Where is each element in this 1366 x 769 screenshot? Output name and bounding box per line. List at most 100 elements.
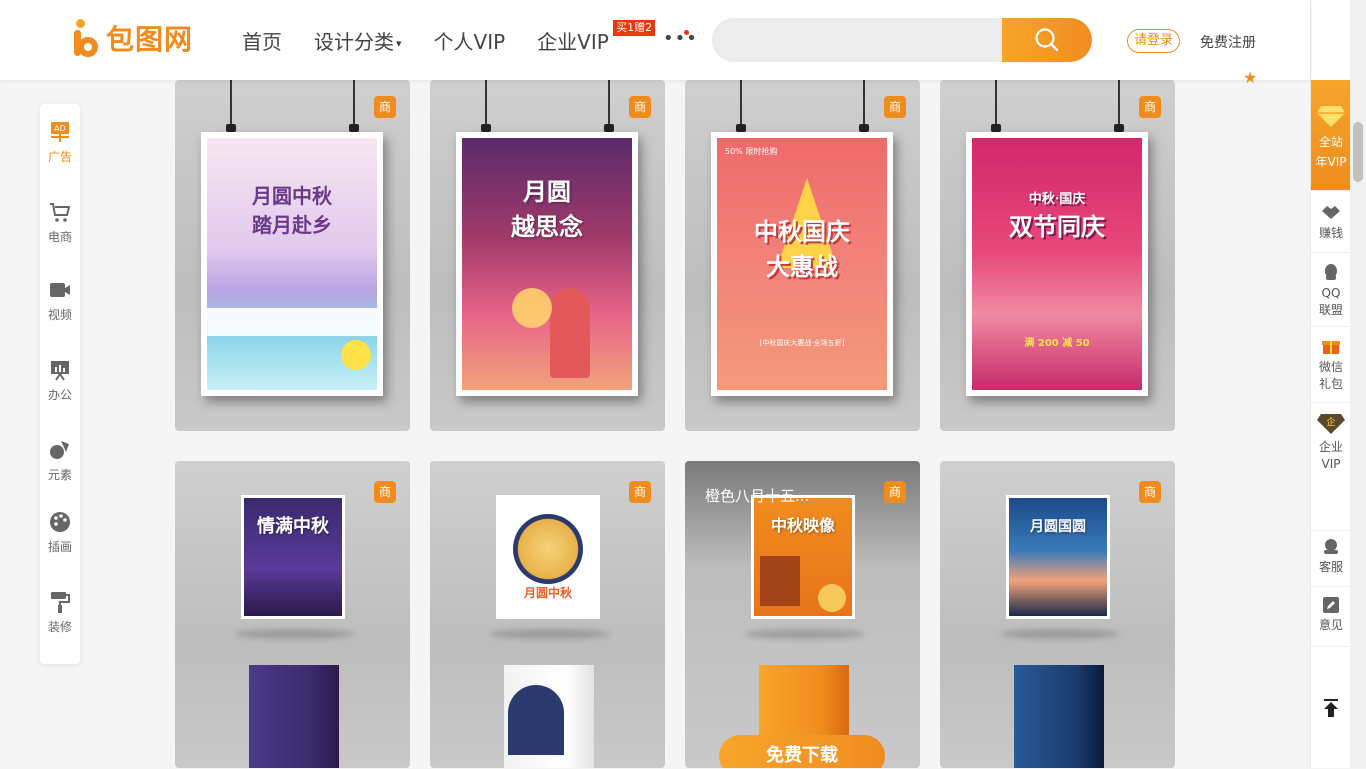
template-card-hovered[interactable]: 橙色八月十五... 商 中秋映像 免费下载 (685, 461, 920, 768)
search-input[interactable] (712, 18, 1014, 62)
sidebar-item-label: 电商 (47, 230, 72, 244)
hanger-wire (230, 80, 232, 124)
presentation-icon (51, 361, 69, 381)
rail-item-label: QQ (1321, 286, 1341, 300)
wechat-gift-button[interactable]: 微信 礼包 (1311, 326, 1351, 403)
enterprise-vip-button[interactable]: 企 企业 VIP (1311, 402, 1351, 531)
enterprise-diamond-icon: 企 (1317, 414, 1345, 434)
site-logo[interactable]: 包图网 (72, 18, 193, 58)
chevron-down-icon: ▾ (396, 37, 402, 50)
poster-image: 中秋·国庆 双节同庆 满 200 减 50 (966, 132, 1148, 396)
rail-item-label: 微信 (1318, 360, 1343, 374)
nav-design-categories-label: 设计分类 (314, 30, 394, 54)
sidebar-item-label: 视频 (47, 308, 72, 322)
search-button[interactable] (1002, 18, 1092, 62)
promo-badge: 买1赠2 (613, 20, 656, 36)
ad-icon: AD (51, 122, 69, 142)
feedback-button[interactable]: 意见 (1311, 586, 1351, 647)
poster-title: 月圆中秋 踏月赴乡 (207, 180, 377, 238)
bag-scene (508, 685, 564, 755)
paint-roller-icon (51, 592, 70, 613)
nav-design-categories[interactable]: 设计分类 ▾ (314, 26, 402, 55)
template-card[interactable]: 商 50% 限时抢购 中秋国庆 大惠战 [中秋国庆大惠战·全场五折] (685, 80, 920, 431)
vip-label-line: 年VIP (1315, 155, 1347, 169)
clip (349, 124, 359, 132)
support-icon (1324, 539, 1338, 554)
hanger-wire (740, 80, 742, 124)
poster-title-line: 月圆中秋 (252, 184, 332, 208)
page-scrollbar[interactable] (1350, 0, 1366, 768)
rail-item-label: 企业 (1318, 440, 1343, 454)
clip (736, 124, 746, 132)
moon-shape (341, 340, 371, 370)
bag-shadow (1000, 629, 1120, 639)
template-card[interactable]: 商 月圆国圆 (940, 461, 1175, 768)
more-menu-icon[interactable]: ••• (663, 28, 698, 49)
back-to-top-button[interactable] (1311, 646, 1351, 769)
customer-service-button[interactable]: 客服 (1311, 530, 1351, 587)
sidebar-item-illustration[interactable]: 插画 (40, 510, 80, 555)
poster-price: 满 200 减 50 (1024, 338, 1090, 349)
sidebar-item-decoration[interactable]: 装修 (40, 590, 80, 635)
handshake-icon (1322, 206, 1340, 219)
back-to-top-icon (1324, 699, 1338, 717)
poster-title-line: 中秋国庆 (754, 217, 850, 246)
nav-personal-vip[interactable]: 个人VIP (434, 26, 506, 55)
annual-vip-button[interactable]: 全站 年VIP (1311, 80, 1351, 190)
nav-enterprise-vip[interactable]: 企业VIP 买1赠2 (537, 20, 656, 55)
login-button[interactable]: 请登录 (1127, 29, 1181, 53)
bag-title: 情满中秋 (257, 516, 329, 537)
hanger-wire (608, 80, 610, 124)
poster-title-line: 大惠战 (766, 252, 838, 281)
svg-text:AD: AD (54, 124, 66, 133)
earn-money-button[interactable]: 赚钱 (1311, 190, 1351, 253)
poster-title-line: 越思念 (511, 212, 583, 241)
poster-top-tag: 50% 限时抢购 (725, 147, 778, 156)
poster-image: 月圆中秋 踏月赴乡 (201, 132, 383, 396)
poster-image: 50% 限时抢购 中秋国庆 大惠战 [中秋国庆大惠战·全场五折] (711, 132, 893, 396)
clip (481, 124, 491, 132)
vip-label-line: 全站 (1318, 135, 1343, 149)
commercial-badge: 商 (884, 481, 906, 503)
template-card[interactable]: 商 月圆中秋 踏月赴乡 (175, 80, 410, 431)
sidebar-item-video[interactable]: 视频 (40, 278, 80, 323)
commercial-badge: 商 (629, 96, 651, 118)
sidebar-item-ad[interactable]: AD 广告 (40, 120, 80, 165)
hanger-wire (1118, 80, 1120, 124)
poster-title-line: 双节同庆 (1009, 212, 1105, 241)
template-card[interactable]: 商 月圆中秋 (430, 461, 665, 768)
nav-home[interactable]: 首页 (242, 26, 282, 55)
nav-enterprise-vip-label: 企业VIP (537, 30, 609, 54)
clip (859, 124, 869, 132)
commercial-badge: 商 (884, 96, 906, 118)
rail-item-label: 赚钱 (1318, 226, 1343, 240)
sidebar-item-elements[interactable]: 元素 (40, 438, 80, 483)
bag-title: 月圆中秋 (523, 586, 572, 600)
sidebar-item-label: 插画 (47, 540, 72, 554)
scrollbar-thumb[interactable] (1353, 122, 1363, 182)
sidebar-item-office[interactable]: 办公 (40, 358, 80, 403)
palette-icon (50, 512, 70, 532)
commercial-badge: 商 (629, 481, 651, 503)
register-link[interactable]: 免费注册 (1200, 32, 1256, 52)
free-download-button[interactable]: 免费下载 (719, 735, 885, 768)
video-icon (50, 283, 70, 297)
qq-alliance-button[interactable]: QQ 联盟 (1311, 252, 1351, 327)
sidebar-item-ecommerce[interactable]: 电商 (40, 200, 80, 245)
hanger-wire (485, 80, 487, 124)
cart-icon (50, 203, 71, 222)
search-bar (712, 18, 1092, 62)
svg-text:企: 企 (1326, 416, 1335, 428)
top-header: 包图网 首页 设计分类 ▾ 个人VIP 企业VIP 买1赠2 ••• 请登录 免费… (0, 0, 1310, 87)
clip (1114, 124, 1124, 132)
bag-shadow (745, 629, 865, 639)
template-card[interactable]: 商 中秋·国庆 双节同庆 满 200 减 50 (940, 80, 1175, 431)
shapes-icon (50, 441, 69, 459)
template-card[interactable]: 商 情满中秋 (175, 461, 410, 768)
rail-item-label: VIP (1321, 457, 1341, 471)
template-card[interactable]: 商 月圆 越思念 (430, 80, 665, 431)
clip (226, 124, 236, 132)
poster-subtitle: [中秋国庆大惠战·全场五折] (759, 339, 845, 347)
poster-title: 中秋国庆 大惠战 (717, 212, 887, 282)
notification-dot (684, 30, 689, 35)
